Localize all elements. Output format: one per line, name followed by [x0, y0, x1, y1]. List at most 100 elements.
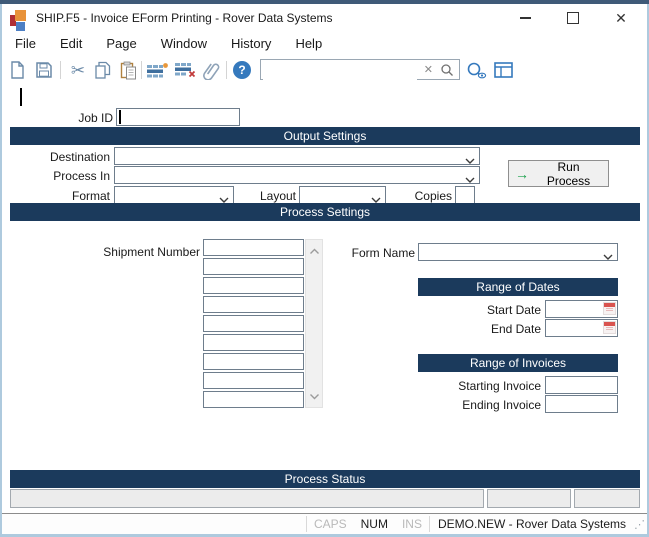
close-button[interactable]: ✕	[606, 6, 636, 30]
calendar-icon[interactable]	[603, 321, 616, 334]
paste-icon[interactable]	[120, 59, 137, 81]
form-name-select[interactable]	[418, 243, 618, 261]
process-status-field-tertiary	[574, 489, 640, 508]
minimize-button[interactable]	[510, 6, 540, 30]
end-date-input[interactable]	[545, 319, 618, 337]
range-of-dates-banner: Range of Dates	[418, 278, 618, 296]
calendar-icon[interactable]	[603, 302, 616, 315]
find-record-icon[interactable]	[466, 59, 487, 81]
app-window: SHIP.F5 - Invoice EForm Printing - Rover…	[0, 0, 649, 537]
status-separator	[429, 516, 430, 532]
close-icon: ✕	[615, 11, 627, 25]
process-in-label: Process In	[20, 169, 110, 183]
process-status-banner: Process Status	[10, 470, 640, 488]
shipment-scrollbar[interactable]	[305, 239, 323, 408]
starting-invoice-input[interactable]	[545, 376, 618, 394]
caps-indicator: CAPS	[314, 517, 347, 531]
job-id-caret	[119, 110, 121, 124]
shipment-number-input[interactable]	[203, 296, 304, 313]
window-left-border	[0, 4, 2, 537]
clear-search-icon[interactable]: ✕	[424, 62, 433, 78]
menu-edit[interactable]: Edit	[48, 32, 94, 56]
delete-rows-icon[interactable]	[174, 59, 196, 81]
output-settings-banner: Output Settings	[10, 127, 640, 145]
copies-input[interactable]	[455, 186, 475, 204]
range-of-invoices-banner: Range of Invoices	[418, 354, 618, 372]
process-status-field-main	[10, 489, 484, 508]
job-id-input[interactable]	[116, 108, 240, 126]
shipment-number-input[interactable]	[203, 239, 304, 256]
session-label: DEMO.NEW - Rover Data Systems	[438, 517, 626, 531]
ending-invoice-label: Ending Invoice	[436, 398, 541, 412]
process-status-field-secondary	[487, 489, 571, 508]
search-icon[interactable]	[440, 63, 454, 80]
starting-invoice-label: Starting Invoice	[436, 379, 541, 393]
shipment-number-input[interactable]	[203, 353, 304, 370]
app-icon-orange-square	[15, 10, 26, 21]
search-input[interactable]	[263, 61, 417, 80]
destination-select[interactable]	[114, 147, 480, 165]
shipment-number-input[interactable]	[203, 372, 304, 389]
run-process-button[interactable]: → Run Process	[508, 160, 609, 187]
title-bar[interactable]: SHIP.F5 - Invoice EForm Printing - Rover…	[2, 4, 647, 32]
attachment-icon[interactable]	[202, 59, 220, 81]
menu-bar: File Edit Page Window History Help	[2, 32, 647, 56]
maximize-button[interactable]	[558, 6, 588, 30]
job-id-label: Job ID	[33, 111, 113, 125]
menu-history[interactable]: History	[219, 32, 283, 56]
resize-grip[interactable]: ⋰	[634, 518, 645, 531]
end-date-label: End Date	[436, 322, 541, 336]
shipment-number-list	[203, 239, 304, 408]
start-date-input[interactable]	[545, 300, 618, 318]
toolbar: ✂ ? ✕	[2, 56, 647, 84]
chevron-down-icon	[465, 153, 475, 167]
run-process-label: Run Process	[535, 160, 602, 188]
layout-select[interactable]	[299, 186, 386, 204]
copy-icon[interactable]	[94, 59, 112, 81]
menu-help[interactable]: Help	[283, 32, 334, 56]
status-separator	[306, 516, 307, 532]
form-name-label: Form Name	[345, 246, 415, 260]
help-icon[interactable]: ?	[233, 59, 251, 81]
scroll-up-icon[interactable]	[309, 244, 320, 258]
toolbar-separator	[226, 61, 227, 79]
format-select[interactable]	[114, 186, 234, 204]
app-icon-blue-square	[16, 22, 25, 31]
process-settings-banner: Process Settings	[10, 203, 640, 221]
maximize-icon	[567, 12, 579, 24]
window-title: SHIP.F5 - Invoice EForm Printing - Rover…	[36, 4, 333, 32]
scroll-down-icon[interactable]	[309, 389, 320, 403]
run-arrow-icon: →	[515, 166, 529, 182]
ins-indicator: INS	[402, 517, 422, 531]
toolbar-separator	[60, 61, 61, 79]
copies-label: Copies	[382, 189, 452, 203]
question-glyph: ?	[233, 61, 251, 79]
new-document-icon[interactable]	[8, 59, 26, 81]
minimize-icon	[520, 17, 531, 19]
destination-label: Destination	[20, 150, 110, 164]
text-caret	[20, 88, 22, 106]
process-in-select[interactable]	[114, 166, 480, 184]
shipment-number-input[interactable]	[203, 315, 304, 332]
insert-rows-icon[interactable]	[146, 59, 168, 81]
menu-page[interactable]: Page	[94, 32, 148, 56]
cut-icon[interactable]: ✂	[66, 59, 90, 81]
menu-file[interactable]: File	[3, 32, 48, 56]
format-label: Format	[20, 189, 110, 203]
chevron-down-icon	[603, 249, 613, 263]
layout-icon[interactable]	[494, 59, 513, 81]
shipment-number-input[interactable]	[203, 391, 304, 408]
save-icon[interactable]	[35, 59, 53, 81]
app-icon	[10, 10, 30, 30]
scissors-glyph: ✂	[71, 62, 85, 79]
chevron-down-icon	[465, 172, 475, 186]
shipment-number-input[interactable]	[203, 277, 304, 294]
status-bar: CAPS NUM INS DEMO.NEW - Rover Data Syste…	[2, 514, 647, 534]
search-box: ✕	[260, 59, 460, 80]
shipment-number-input[interactable]	[203, 334, 304, 351]
num-indicator: NUM	[361, 517, 388, 531]
toolbar-separator	[141, 61, 142, 79]
ending-invoice-input[interactable]	[545, 395, 618, 413]
shipment-number-input[interactable]	[203, 258, 304, 275]
menu-window[interactable]: Window	[149, 32, 219, 56]
